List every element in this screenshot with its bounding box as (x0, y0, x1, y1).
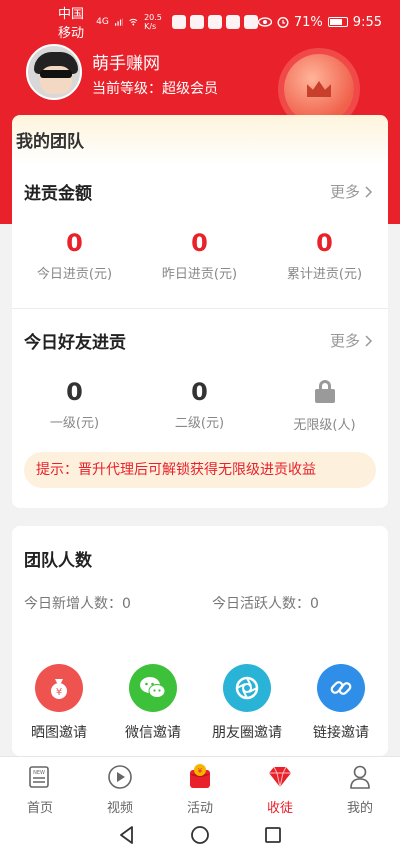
stat-value: 0 (191, 229, 208, 257)
svg-text:¥: ¥ (198, 767, 203, 775)
diamond-icon (269, 766, 291, 788)
system-nav-bar (0, 814, 400, 856)
user-icon (350, 765, 370, 789)
friends-contribution-title: 今日好友进贡 (24, 333, 126, 353)
recents-icon[interactable] (263, 825, 283, 845)
app-notification-icon (207, 15, 222, 29)
battery-percent: 71% (293, 14, 323, 30)
invite-label: 微信邀请 (125, 725, 181, 741)
stat-label: 昨日进贡(元) (161, 267, 238, 282)
invite-link-button[interactable]: 链接邀请 (294, 664, 388, 742)
stat-label: 无限级(人) (293, 418, 356, 433)
stat-label: 一级(元) (49, 416, 100, 431)
chevron-right-icon (365, 186, 372, 198)
stat-level1: 0 一级(元) (12, 378, 137, 431)
stat-today-contribution: 0 今日进贡(元) (12, 229, 137, 282)
app-notification-icon (189, 15, 204, 29)
status-bar: 中国移动 4G 20.5 K/s 71% 9:55 (0, 0, 400, 44)
svg-text:NEW: NEW (33, 770, 45, 776)
invite-label: 链接邀请 (313, 725, 369, 741)
friends-more-link[interactable]: 更多 (330, 330, 373, 351)
team-count-card: 团队人数 今日新增人数：0 今日活跃人数：0 ¥ 晒图邀请 微信邀请 朋友圈邀请… (12, 526, 388, 756)
active-members-today: 今日活跃人数：0 (212, 596, 319, 612)
stat-value: 0 (66, 378, 83, 406)
back-icon[interactable] (117, 825, 137, 845)
new-members-today: 今日新增人数：0 (24, 596, 131, 612)
app-notification-icon (171, 15, 186, 29)
moments-icon (223, 664, 271, 712)
avatar[interactable] (26, 44, 82, 100)
red-packet-icon: ¥ (190, 764, 210, 788)
link-icon (317, 664, 365, 712)
contribution-more-link[interactable]: 更多 (330, 181, 373, 202)
news-icon: NEW (29, 766, 49, 788)
stat-value: 0 (316, 229, 333, 257)
stat-label: 累计进贡(元) (286, 267, 363, 282)
wifi-icon (129, 18, 138, 26)
stat-total-contribution: 0 累计进贡(元) (262, 229, 387, 282)
home-icon[interactable] (190, 825, 210, 845)
battery-icon (327, 17, 348, 27)
stat-yesterday-contribution: 0 昨日进贡(元) (137, 229, 262, 282)
team-title: 我的团队 (16, 132, 84, 152)
svg-text:¥: ¥ (56, 687, 62, 698)
app-notification-icon (243, 15, 258, 29)
crown-icon (307, 81, 331, 97)
contribution-title: 进贡金额 (24, 184, 92, 204)
invite-photo-button[interactable]: ¥ 晒图邀请 (12, 664, 106, 742)
app-notification-icon (225, 15, 240, 29)
tab-video[interactable]: 视频 (80, 757, 160, 816)
stat-label: 二级(元) (174, 416, 225, 431)
stat-unlimited: 无限级(人) (262, 378, 387, 433)
bottom-tab-bar: NEW 首页 视频 ¥ 活动 收徒 我的 (0, 756, 400, 816)
signal-icon (114, 18, 124, 26)
lock-icon (314, 380, 335, 403)
play-icon (108, 765, 132, 789)
alarm-icon (277, 17, 289, 28)
clock-text: 9:55 (352, 14, 382, 30)
money-bag-icon: ¥ (35, 664, 83, 712)
stat-value: 0 (191, 378, 208, 406)
tab-mine[interactable]: 我的 (320, 757, 400, 816)
vip-badge-icon[interactable] (284, 54, 354, 124)
speed-text: 20.5 K/s (144, 13, 162, 31)
stat-level2: 0 二级(元) (137, 378, 262, 431)
network-text: 4G (96, 17, 109, 27)
my-team-card: 我的团队 进贡金额 更多 0 今日进贡(元) 0 昨日进贡(元) 0 累计进贡(… (12, 115, 388, 508)
wechat-icon (129, 664, 177, 712)
divider (12, 308, 388, 309)
carrier-text: 中国移动 (58, 7, 85, 41)
invite-wechat-button[interactable]: 微信邀请 (106, 664, 200, 742)
tab-home[interactable]: NEW 首页 (0, 757, 80, 816)
tab-recruit[interactable]: 收徒 (240, 757, 320, 816)
invite-label: 朋友圈邀请 (212, 725, 282, 741)
upgrade-tip[interactable]: 提示：晋升代理后可解锁获得无限级进贡收益 (24, 452, 376, 488)
username: 萌手赚网 (92, 54, 160, 74)
team-count-title: 团队人数 (24, 551, 92, 571)
invite-moments-button[interactable]: 朋友圈邀请 (200, 664, 294, 742)
tab-activity[interactable]: ¥ 活动 (160, 757, 240, 816)
stat-label: 今日进贡(元) (36, 267, 113, 282)
eye-icon (257, 17, 272, 27)
member-level: 当前等级：超级会员 (92, 81, 218, 97)
invite-label: 晒图邀请 (31, 725, 87, 741)
chevron-right-icon (365, 335, 372, 347)
stat-value: 0 (66, 229, 83, 257)
